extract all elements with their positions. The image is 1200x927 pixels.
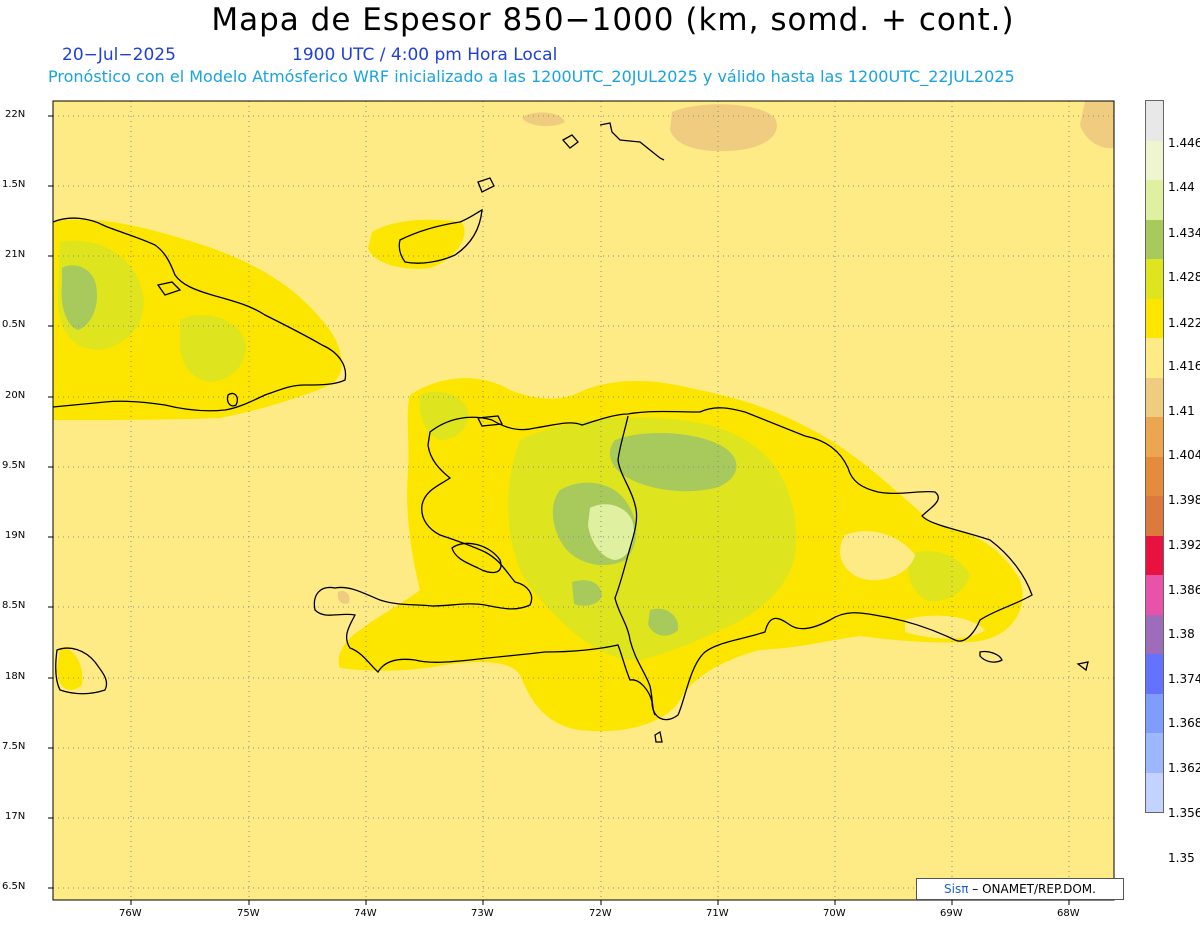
lon-label: 74W (354, 908, 377, 919)
colorbar-segment (1146, 654, 1163, 694)
colorbar-segment (1146, 298, 1163, 338)
lat-label: 20N (5, 390, 26, 401)
colorbar-segment (1146, 377, 1163, 417)
lat-label: 21N (5, 249, 26, 260)
lon-label: 70W (823, 908, 846, 919)
colorbar-label: 1.386 (1168, 583, 1200, 597)
lat-label: 9.5N (2, 460, 26, 471)
colorbar-segment (1146, 535, 1163, 575)
colorbar-segment (1146, 772, 1163, 812)
colorbar-segment (1146, 417, 1163, 457)
lon-label: 73W (471, 908, 494, 919)
colorbar-label: 1.362 (1168, 761, 1200, 775)
lat-label: 18N (5, 671, 26, 682)
lat-label: 0.5N (2, 319, 26, 330)
jamaica-coastline-west (53, 644, 54, 645)
colorbar-label: 1.368 (1168, 716, 1200, 730)
lat-label: 22N (5, 109, 26, 120)
colorbar-segment (1146, 693, 1163, 733)
colorbar-segment (1146, 733, 1163, 773)
colorbar-segment (1146, 101, 1163, 141)
lat-label: 6.5N (2, 881, 26, 892)
colorbar-segment (1146, 496, 1163, 536)
cuba-coastline-south (53, 404, 54, 405)
lat-label: 7.5N (2, 741, 26, 752)
colorbar-segment (1146, 180, 1163, 220)
colorbar-label: 1.404 (1168, 448, 1200, 462)
colorbar-segment (1146, 259, 1163, 299)
colorbar-segment (1146, 338, 1163, 378)
colorbar (1145, 100, 1164, 813)
lon-label: 75W (237, 908, 260, 919)
colorbar-label: 1.38 (1168, 627, 1195, 641)
colorbar-label: 1.434 (1168, 226, 1200, 240)
sispi-logo: Sisπ (944, 882, 969, 896)
colorbar-label: 1.35 (1168, 851, 1195, 865)
colorbar-label: 1.416 (1168, 359, 1200, 373)
colorbar-label: 1.374 (1168, 672, 1200, 686)
lat-label: 1.5N (2, 179, 26, 190)
colorbar-segment (1146, 219, 1163, 259)
colorbar-segment (1146, 456, 1163, 496)
lon-label: 68W (1057, 908, 1080, 919)
thickness-map (36, 100, 1115, 905)
lat-label: 8.5N (2, 600, 26, 611)
lat-label: 17N (5, 811, 26, 822)
colorbar-segment (1146, 575, 1163, 615)
credit-text: – ONAMET/REP.DOM. (968, 882, 1096, 896)
lon-label: 76W (119, 908, 142, 919)
thickness-patch-1404 (670, 104, 777, 152)
colorbar-label: 1.41 (1168, 404, 1195, 418)
colorbar-label: 1.44 (1168, 180, 1195, 194)
colorbar-label: 1.428 (1168, 270, 1200, 284)
colorbar-label: 1.392 (1168, 538, 1200, 552)
lon-label: 71W (706, 908, 729, 919)
colorbar-segment (1146, 614, 1163, 654)
colorbar-label: 1.356 (1168, 806, 1200, 820)
lon-label: 72W (589, 908, 612, 919)
lon-label: 69W (940, 908, 963, 919)
colorbar-label: 1.422 (1168, 316, 1200, 330)
lat-label: 19N (5, 530, 26, 541)
credit-box: Sisπ – ONAMET/REP.DOM. (916, 878, 1124, 900)
colorbar-label: 1.446 (1168, 136, 1200, 150)
colorbar-segment (1146, 140, 1163, 180)
colorbar-label: 1.398 (1168, 493, 1200, 507)
cuba-coastline-north (36, 202, 52, 212)
